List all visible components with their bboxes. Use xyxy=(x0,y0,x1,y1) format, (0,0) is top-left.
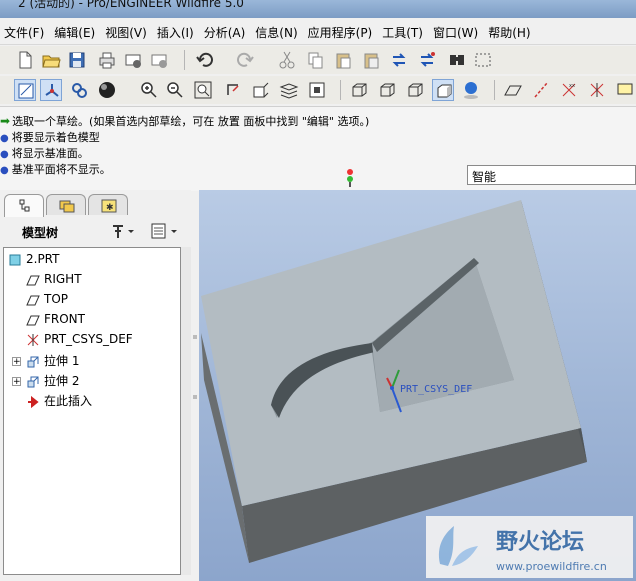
forum-watermark: 野火论坛 www.proewildfire.cn xyxy=(426,516,633,578)
menu-bar: 文件(F) 编辑(E) 视图(V) 插入(I) 分析(A) 信息(N) 应用程序(P) 工具(… xyxy=(0,20,636,45)
hidden-line-icon[interactable] xyxy=(376,79,398,101)
model-tree-header: 模型树 xyxy=(4,220,186,242)
spin-center-icon[interactable] xyxy=(40,79,62,101)
menu-analysis[interactable]: 分析(A) xyxy=(200,20,252,41)
cut-icon[interactable] xyxy=(276,49,298,71)
tree-item-right-plane[interactable]: RIGHT xyxy=(26,272,82,290)
selection-filter-select[interactable]: 智能 xyxy=(467,165,636,185)
find-icon[interactable] xyxy=(446,49,468,71)
open-folder-icon[interactable] xyxy=(40,49,62,71)
email-icon[interactable] xyxy=(122,49,144,71)
message-line: ● 将要显示着色模型 xyxy=(0,131,100,144)
tree-item-csys[interactable]: PRT_CSYS_DEF xyxy=(26,332,133,350)
window-title-bar: 2 (活动的) - Pro/ENGINEER Wildfire 5.0 xyxy=(0,0,636,18)
tab-folder-browser[interactable] xyxy=(46,194,86,215)
tree-item-extrude-2[interactable]: 拉伸 2 xyxy=(26,372,79,390)
redo-icon[interactable] xyxy=(234,49,256,71)
menu-help[interactable]: 帮助(H) xyxy=(484,20,536,41)
info-bullet-icon: ● xyxy=(0,149,9,160)
view-toolbar: xx xyxy=(0,76,636,104)
zoom-in-icon[interactable] xyxy=(138,79,160,101)
expand-toggle[interactable]: + xyxy=(12,357,21,367)
datum-planes-toggle-icon[interactable] xyxy=(502,79,524,101)
model-tree-scrollbar[interactable] xyxy=(181,247,191,575)
tab-model-tree[interactable] xyxy=(4,194,44,217)
csys-label: PRT_CSYS_DEF xyxy=(400,384,472,395)
tree-item-front-plane[interactable]: FRONT xyxy=(26,312,85,330)
watermark-title: 野火论坛 xyxy=(496,529,584,555)
settings-dropdown-icon[interactable] xyxy=(110,222,136,240)
watermark-logo: 野火论坛 www.proewildfire.cn xyxy=(438,526,607,573)
tab-favorites[interactable]: ✱ xyxy=(88,194,128,215)
svg-text:xx: xx xyxy=(569,83,575,89)
tree-item-extrude-1[interactable]: 拉伸 1 xyxy=(26,352,79,370)
watermark-url: www.proewildfire.cn xyxy=(496,560,607,573)
zoom-out-icon[interactable] xyxy=(164,79,186,101)
save-icon[interactable] xyxy=(66,49,88,71)
regenerate-icon[interactable] xyxy=(388,49,410,71)
orient-mode-icon[interactable] xyxy=(68,79,90,101)
tree-item-insert-here[interactable]: 在此插入 xyxy=(26,392,92,410)
regen-status-light-icon[interactable] xyxy=(345,168,355,188)
menu-tools[interactable]: 工具(T) xyxy=(378,20,429,41)
view-manager-icon[interactable] xyxy=(306,79,328,101)
menu-file[interactable]: 文件(F) xyxy=(0,20,50,41)
copy-icon[interactable] xyxy=(304,49,326,71)
menu-edit[interactable]: 编辑(E) xyxy=(50,20,101,41)
regenerate-manager-icon[interactable] xyxy=(416,49,438,71)
menu-view[interactable]: 视图(V) xyxy=(101,20,153,41)
wireframe-icon[interactable] xyxy=(348,79,370,101)
tree-item-top-plane[interactable]: TOP xyxy=(26,292,68,310)
menu-applications[interactable]: 应用程序(P) xyxy=(304,20,379,41)
print-icon[interactable] xyxy=(96,49,118,71)
datum-plane-icon xyxy=(26,293,40,307)
annotations-toggle-icon[interactable] xyxy=(614,79,636,101)
insert-here-arrow-icon xyxy=(26,395,40,409)
message-line: ● 将显示基准面。 xyxy=(0,147,89,160)
redraw-icon[interactable] xyxy=(14,79,36,101)
email-link-icon[interactable] xyxy=(148,49,170,71)
extrude-icon xyxy=(26,355,40,369)
model-tree: 2.PRT RIGHT TOP FRONT PRT_CSYS_DEF + 拉伸 … xyxy=(3,247,181,575)
menu-info[interactable]: 信息(N) xyxy=(251,20,303,41)
show-dropdown-icon[interactable] xyxy=(150,222,180,240)
pane-splitter-grip[interactable] xyxy=(193,395,197,399)
navigator-pane: ✱ 模型树 2.PRT RIGHT TOP FRONT PRT_CSYS_DEF… xyxy=(0,190,191,581)
enhanced-realism-icon[interactable] xyxy=(460,79,482,101)
refit-icon[interactable] xyxy=(192,79,214,101)
appearance-gallery-icon[interactable] xyxy=(96,79,118,101)
menu-insert[interactable]: 插入(I) xyxy=(153,20,200,41)
layers-icon[interactable] xyxy=(278,79,300,101)
datum-plane-icon xyxy=(26,273,40,287)
message-line: ➡ 选取一个草绘。(如果首选内部草绘，可在 放置 面板中找到 "编辑" 选项。) xyxy=(0,114,370,128)
message-line: ● 基准平面将不显示。 xyxy=(0,163,111,176)
pane-splitter-grip[interactable] xyxy=(193,335,197,339)
saved-views-icon[interactable] xyxy=(250,79,272,101)
menu-window[interactable]: 窗口(W) xyxy=(429,20,484,41)
model-tree-title: 模型树 xyxy=(22,226,59,240)
shading-icon[interactable] xyxy=(432,79,454,101)
extrude-icon xyxy=(26,375,40,389)
select-box-icon[interactable] xyxy=(472,49,494,71)
info-bullet-icon: ● xyxy=(0,165,9,176)
svg-text:✱: ✱ xyxy=(106,203,114,213)
datum-plane-icon xyxy=(26,313,40,327)
datum-points-toggle-icon[interactable]: xx xyxy=(558,79,580,101)
no-hidden-icon[interactable] xyxy=(404,79,426,101)
expand-toggle[interactable]: + xyxy=(12,377,21,387)
new-file-icon[interactable] xyxy=(14,49,36,71)
tree-item-part[interactable]: 2.PRT xyxy=(8,252,59,270)
coordinate-system-icon xyxy=(26,333,40,347)
standard-toolbar xyxy=(0,46,636,74)
csys-toggle-icon[interactable] xyxy=(586,79,608,101)
info-bullet-icon: ● xyxy=(0,133,9,144)
window-title: 2 (活动的) - Pro/ENGINEER Wildfire 5.0 xyxy=(18,0,244,10)
prompt-arrow-icon: ➡ xyxy=(0,114,11,128)
part-icon xyxy=(8,253,22,267)
paste-icon[interactable] xyxy=(332,49,354,71)
datum-axes-toggle-icon[interactable] xyxy=(530,79,552,101)
undo-icon[interactable] xyxy=(194,49,216,71)
paste-special-icon[interactable] xyxy=(360,49,382,71)
reorient-icon[interactable] xyxy=(222,79,244,101)
